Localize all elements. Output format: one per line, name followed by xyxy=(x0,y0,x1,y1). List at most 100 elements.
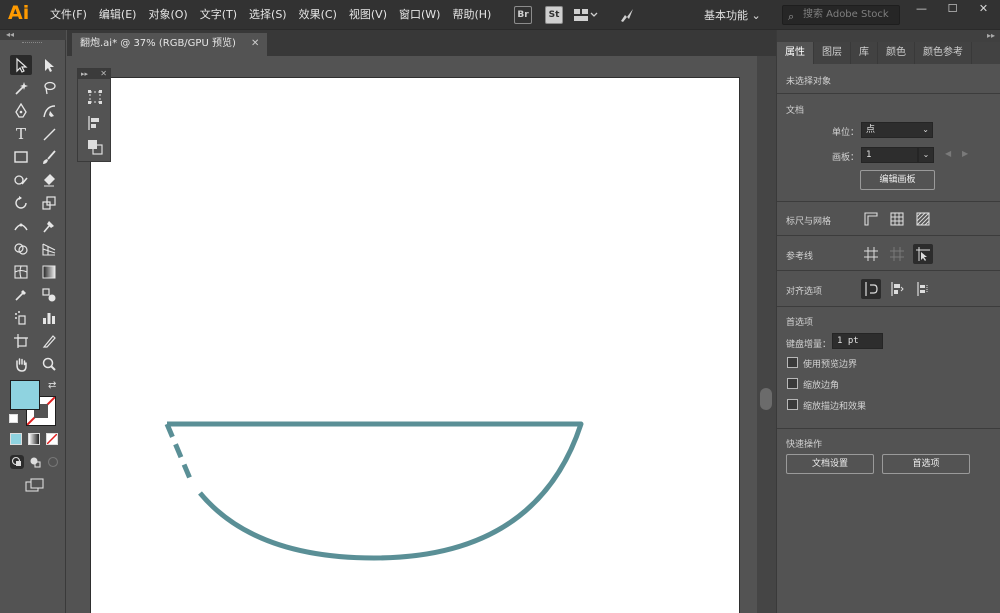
keyboard-increment-field[interactable]: 1 pt xyxy=(832,333,883,349)
perspective-grid-tool-icon[interactable] xyxy=(38,239,60,259)
zoom-tool-icon[interactable] xyxy=(38,354,60,374)
paintbrush-tool-icon[interactable] xyxy=(38,147,60,167)
previous-artboard-icon[interactable]: ◀ xyxy=(945,149,951,158)
rulers-icon[interactable] xyxy=(861,209,881,229)
pathfinder-icon[interactable] xyxy=(87,139,103,155)
menu-effect[interactable]: 效果(C) xyxy=(293,0,343,30)
canvas-area[interactable]: ▸▸ ✕ xyxy=(67,56,757,613)
vertical-scrollbar[interactable] xyxy=(757,56,776,613)
document-tab[interactable]: 翻炮.ai* @ 37% (RGB/GPU 预览) ✕ xyxy=(72,33,268,56)
scale-strokes-effects-checkbox[interactable] xyxy=(787,399,798,410)
tab-color[interactable]: 颜色 xyxy=(878,42,915,64)
lock-guides-icon[interactable] xyxy=(887,244,907,264)
screen-mode-icon[interactable] xyxy=(24,477,46,493)
vertical-scrollbar-thumb[interactable] xyxy=(760,388,772,410)
preferences-title: 首选项 xyxy=(786,318,814,328)
close-document-icon[interactable]: ✕ xyxy=(251,38,259,49)
hand-tool-icon[interactable] xyxy=(10,354,32,374)
direct-selection-tool-icon[interactable] xyxy=(38,55,60,75)
maximize-button[interactable]: ☐ xyxy=(937,0,968,18)
eraser-tool-icon[interactable] xyxy=(38,170,60,190)
snap-to-point-icon[interactable] xyxy=(861,279,881,299)
menu-window[interactable]: 窗口(W) xyxy=(393,0,446,30)
grid-icon[interactable] xyxy=(887,209,907,229)
scale-tool-icon[interactable] xyxy=(38,193,60,213)
blend-tool-icon[interactable] xyxy=(38,285,60,305)
draw-inside-icon[interactable] xyxy=(46,455,60,469)
magic-wand-tool-icon[interactable] xyxy=(10,78,32,98)
smart-guides-icon[interactable] xyxy=(913,244,933,264)
menu-type[interactable]: 文字(T) xyxy=(194,0,243,30)
pen-tool-icon[interactable] xyxy=(10,101,32,121)
puppet-warp-tool-icon[interactable] xyxy=(38,216,60,236)
bridge-button[interactable]: Br xyxy=(514,6,532,24)
lasso-tool-icon[interactable] xyxy=(38,78,60,98)
stock-search-input[interactable]: ⌕ 搜索 Adobe Stock xyxy=(782,5,900,25)
rotate-tool-icon[interactable] xyxy=(10,193,32,213)
close-window-button[interactable]: ✕ xyxy=(968,0,999,18)
arrange-documents-icon[interactable] xyxy=(574,8,598,22)
tab-properties[interactable]: 属性 xyxy=(777,42,814,64)
gpu-performance-icon[interactable] xyxy=(618,6,636,24)
swap-fill-stroke-icon[interactable]: ⇄ xyxy=(48,380,56,391)
scale-corners-checkbox[interactable] xyxy=(787,378,798,389)
menu-file[interactable]: 文件(F) xyxy=(44,0,93,30)
eyedropper-tool-icon[interactable] xyxy=(10,285,32,305)
next-artboard-icon[interactable]: ▶ xyxy=(962,149,968,158)
minimize-button[interactable]: — xyxy=(906,0,937,18)
type-tool-icon[interactable]: T xyxy=(10,124,32,144)
default-fill-stroke-icon[interactable] xyxy=(9,414,18,423)
menu-object[interactable]: 对象(O) xyxy=(142,0,193,30)
use-preview-bounds-checkbox[interactable] xyxy=(787,357,798,368)
width-tool-icon[interactable] xyxy=(10,216,32,236)
app-logo: Ai xyxy=(8,2,30,24)
artboard-tool-icon[interactable] xyxy=(10,331,32,351)
panel-collapse-button[interactable]: ▸▸ xyxy=(777,30,1000,42)
transparency-grid-icon[interactable] xyxy=(913,209,933,229)
document-setup-button[interactable]: 文档设置 xyxy=(786,454,874,474)
rectangle-tool-icon[interactable] xyxy=(10,147,32,167)
bowl-shape-artwork[interactable] xyxy=(67,56,757,613)
slice-tool-icon[interactable] xyxy=(38,331,60,351)
menu-view[interactable]: 视图(V) xyxy=(343,0,393,30)
mesh-tool-icon[interactable] xyxy=(10,262,32,282)
fill-color-swatch[interactable] xyxy=(10,380,40,410)
tab-layers[interactable]: 图层 xyxy=(814,42,851,64)
tab-libraries[interactable]: 库 xyxy=(851,42,878,64)
tools-panel: ◂◂ T ⇄ xyxy=(0,30,66,613)
shaper-tool-icon[interactable] xyxy=(10,170,32,190)
show-guides-icon[interactable] xyxy=(861,244,881,264)
floating-panel-collapse[interactable]: ▸▸ xyxy=(81,70,88,78)
curvature-tool-icon[interactable] xyxy=(38,101,60,121)
stock-button[interactable]: St xyxy=(545,6,563,24)
snap-to-grid-icon[interactable] xyxy=(913,279,933,299)
chevron-down-icon: ⌄ xyxy=(922,125,929,134)
tab-color-guide[interactable]: 颜色参考 xyxy=(915,42,972,64)
color-mode-icon[interactable] xyxy=(10,433,22,445)
selection-tool-icon[interactable] xyxy=(10,55,32,75)
transform-icon[interactable] xyxy=(87,89,103,105)
snap-to-pixel-icon[interactable] xyxy=(887,279,907,299)
menu-help[interactable]: 帮助(H) xyxy=(446,0,497,30)
preferences-button[interactable]: 首选项 xyxy=(882,454,970,474)
units-dropdown[interactable]: 点 ⌄ xyxy=(861,122,933,138)
use-preview-bounds-label: 使用预览边界 xyxy=(803,360,858,370)
draw-behind-icon[interactable] xyxy=(28,455,42,469)
menu-select[interactable]: 选择(S) xyxy=(243,0,293,30)
artboard-number-field[interactable]: 1 xyxy=(861,147,918,163)
shape-builder-tool-icon[interactable] xyxy=(10,239,32,259)
toolbar-collapse-button[interactable]: ◂◂ xyxy=(0,30,66,40)
draw-normal-icon[interactable] xyxy=(10,455,24,469)
column-graph-tool-icon[interactable] xyxy=(38,308,60,328)
menu-edit[interactable]: 编辑(E) xyxy=(93,0,143,30)
workspace-switcher[interactable]: 基本功能 ⌄ xyxy=(704,7,761,23)
edit-artboards-button[interactable]: 编辑画板 xyxy=(860,170,935,190)
line-segment-tool-icon[interactable] xyxy=(38,124,60,144)
align-icon[interactable] xyxy=(87,115,103,131)
symbol-sprayer-tool-icon[interactable] xyxy=(10,308,32,328)
gradient-mode-icon[interactable] xyxy=(28,433,40,445)
floating-panel-close-icon[interactable]: ✕ xyxy=(100,69,107,79)
artboard-dropdown-icon[interactable]: ⌄ xyxy=(918,147,934,163)
gradient-tool-icon[interactable] xyxy=(38,262,60,282)
none-mode-icon[interactable] xyxy=(46,433,58,445)
